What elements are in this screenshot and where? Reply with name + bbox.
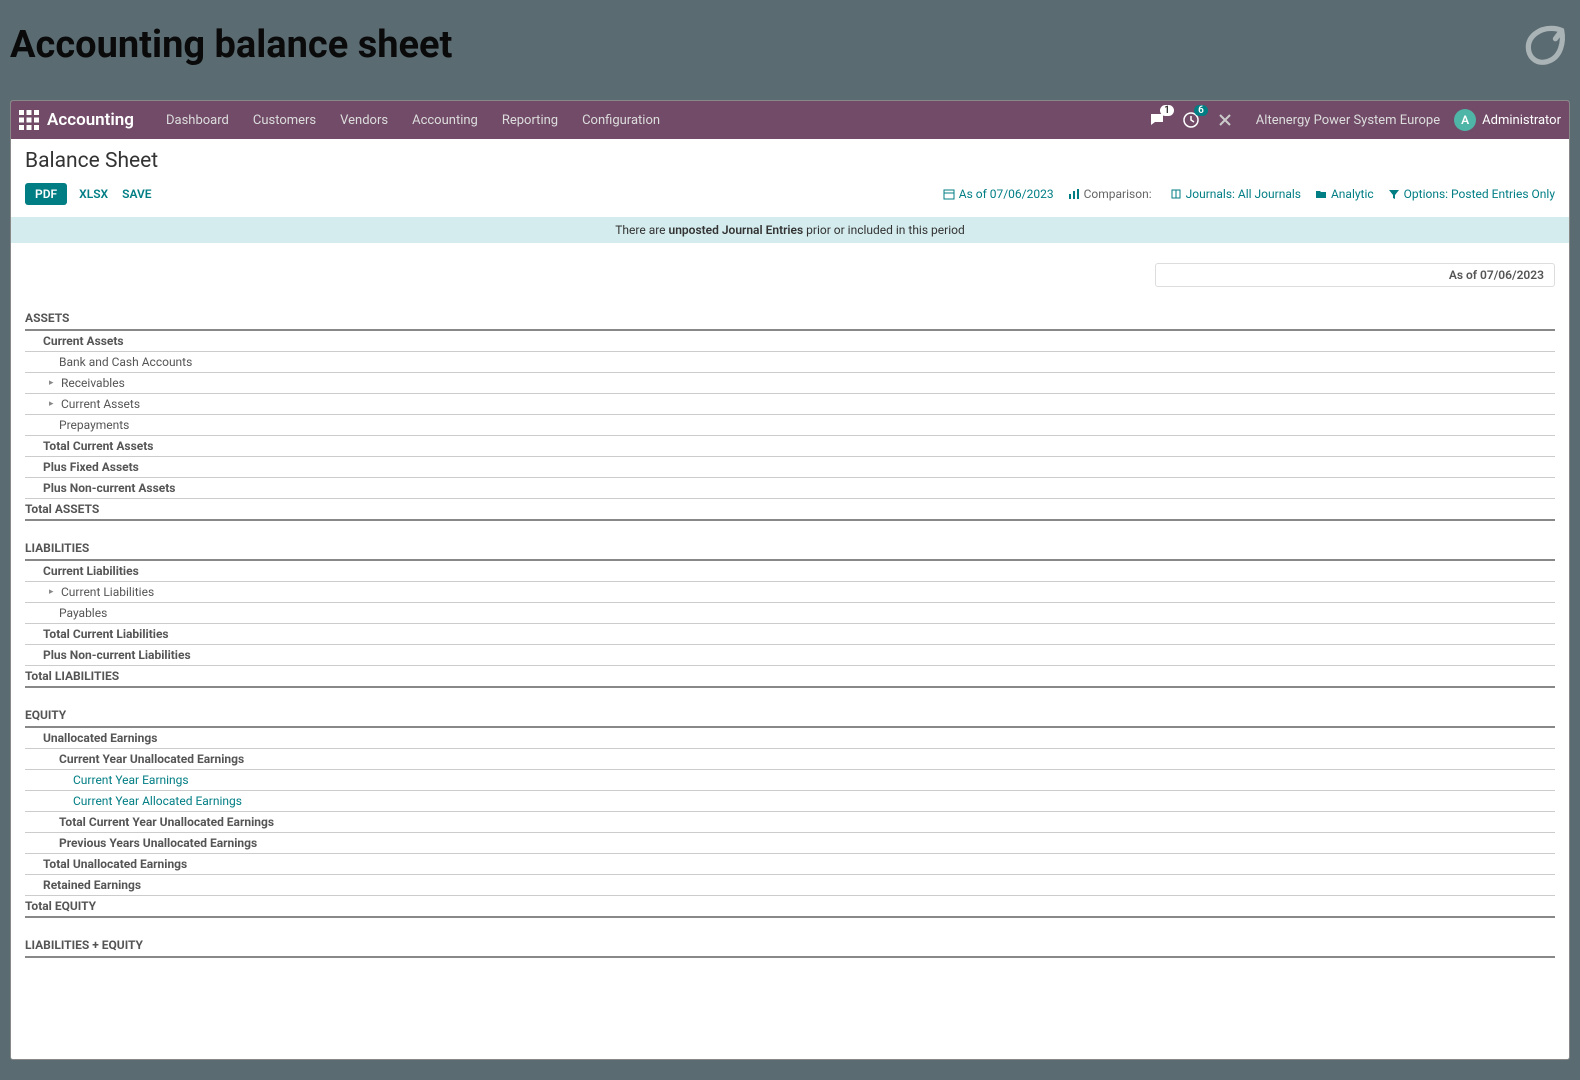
calendar-icon	[943, 188, 955, 200]
page-header: Accounting balance sheet	[0, 0, 1580, 100]
company-selector[interactable]: Altenergy Power System Europe	[1256, 113, 1440, 128]
nav-accounting[interactable]: Accounting	[400, 113, 490, 128]
nav-dashboard[interactable]: Dashboard	[154, 113, 241, 128]
liabilities-head: LIABILITIES	[25, 537, 1555, 561]
filter-date[interactable]: As of 07/06/2023	[943, 187, 1054, 201]
app-frame: Accounting Dashboard Customers Vendors A…	[10, 100, 1570, 1060]
row-unallocated[interactable]: Unallocated Earnings	[25, 728, 1555, 749]
leaf-logo-icon	[1520, 20, 1570, 70]
row-current-assets-sub[interactable]: Current Assets	[25, 394, 1555, 415]
nav-vendors[interactable]: Vendors	[328, 113, 400, 128]
toolbar: PDF XLSX SAVE As of 07/06/2023 Compariso…	[11, 179, 1569, 217]
row-current-liabilities-sub[interactable]: Current Liabilities	[25, 582, 1555, 603]
nav-customers[interactable]: Customers	[241, 113, 328, 128]
liab-equity-head: LIABILITIES + EQUITY	[25, 934, 1555, 958]
filter-comparison[interactable]: Comparison:	[1068, 187, 1156, 201]
row-payables[interactable]: Payables	[25, 603, 1555, 624]
row-current-assets[interactable]: Current Assets	[25, 331, 1555, 352]
filter-analytic[interactable]: Analytic	[1315, 187, 1374, 201]
messages-badge: 1	[1160, 105, 1174, 116]
row-noncurrent-liabilities[interactable]: Plus Non-current Liabilities	[25, 645, 1555, 666]
user-menu[interactable]: A Administrator	[1454, 109, 1561, 131]
avatar: A	[1454, 109, 1476, 131]
nav-reporting[interactable]: Reporting	[490, 113, 570, 128]
close-icon[interactable]	[1212, 107, 1238, 133]
user-name: Administrator	[1482, 113, 1561, 128]
folder-icon	[1315, 188, 1327, 200]
activity-icon[interactable]: 6	[1178, 107, 1204, 133]
nav-bar: Accounting Dashboard Customers Vendors A…	[11, 101, 1569, 139]
row-previous[interactable]: Previous Years Unallocated Earnings	[25, 833, 1555, 854]
row-current-liabilities[interactable]: Current Liabilities	[25, 561, 1555, 582]
row-total-current-assets[interactable]: Total Current Assets	[25, 436, 1555, 457]
assets-head: ASSETS	[25, 307, 1555, 331]
row-prepayments[interactable]: Prepayments	[25, 415, 1555, 436]
row-total-current-liabilities[interactable]: Total Current Liabilities	[25, 624, 1555, 645]
date-column-header: As of 07/06/2023	[1155, 263, 1555, 287]
row-cy-allocated[interactable]: Current Year Allocated Earnings	[25, 791, 1555, 812]
apps-icon[interactable]	[19, 110, 39, 130]
activity-badge: 6	[1194, 105, 1208, 116]
app-name[interactable]: Accounting	[47, 110, 134, 130]
row-fixed-assets[interactable]: Plus Fixed Assets	[25, 457, 1555, 478]
row-total-cy[interactable]: Total Current Year Unallocated Earnings	[25, 812, 1555, 833]
filter-journals[interactable]: Journals: All Journals	[1170, 187, 1301, 201]
filter-icon	[1388, 188, 1400, 200]
row-total-liabilities[interactable]: Total LIABILITIES	[25, 666, 1555, 688]
page-header-title: Accounting balance sheet	[10, 23, 452, 67]
pdf-button[interactable]: PDF	[25, 183, 67, 205]
row-noncurrent-assets[interactable]: Plus Non-current Assets	[25, 478, 1555, 499]
row-retained[interactable]: Retained Earnings	[25, 875, 1555, 896]
report: As of 07/06/2023 ASSETS Current Assets B…	[11, 243, 1569, 978]
xlsx-button[interactable]: XLSX	[79, 187, 108, 201]
save-button[interactable]: SAVE	[122, 187, 151, 201]
row-cy-earnings[interactable]: Current Year Earnings	[25, 770, 1555, 791]
notice-banner[interactable]: There are unposted Journal Entries prior…	[11, 217, 1569, 243]
page-title: Balance Sheet	[11, 139, 1569, 179]
book-icon	[1170, 188, 1182, 200]
row-total-unallocated[interactable]: Total Unallocated Earnings	[25, 854, 1555, 875]
row-total-equity[interactable]: Total EQUITY	[25, 896, 1555, 918]
row-bank[interactable]: Bank and Cash Accounts	[25, 352, 1555, 373]
row-receivables[interactable]: Receivables	[25, 373, 1555, 394]
row-cy-unallocated[interactable]: Current Year Unallocated Earnings	[25, 749, 1555, 770]
row-total-assets[interactable]: Total ASSETS	[25, 499, 1555, 521]
equity-head: EQUITY	[25, 704, 1555, 728]
filter-options[interactable]: Options: Posted Entries Only	[1388, 187, 1555, 201]
content: Balance Sheet PDF XLSX SAVE As of 07/06/…	[11, 139, 1569, 1059]
nav-configuration[interactable]: Configuration	[570, 113, 672, 128]
messages-icon[interactable]: 1	[1144, 107, 1170, 133]
chart-icon	[1068, 188, 1080, 200]
